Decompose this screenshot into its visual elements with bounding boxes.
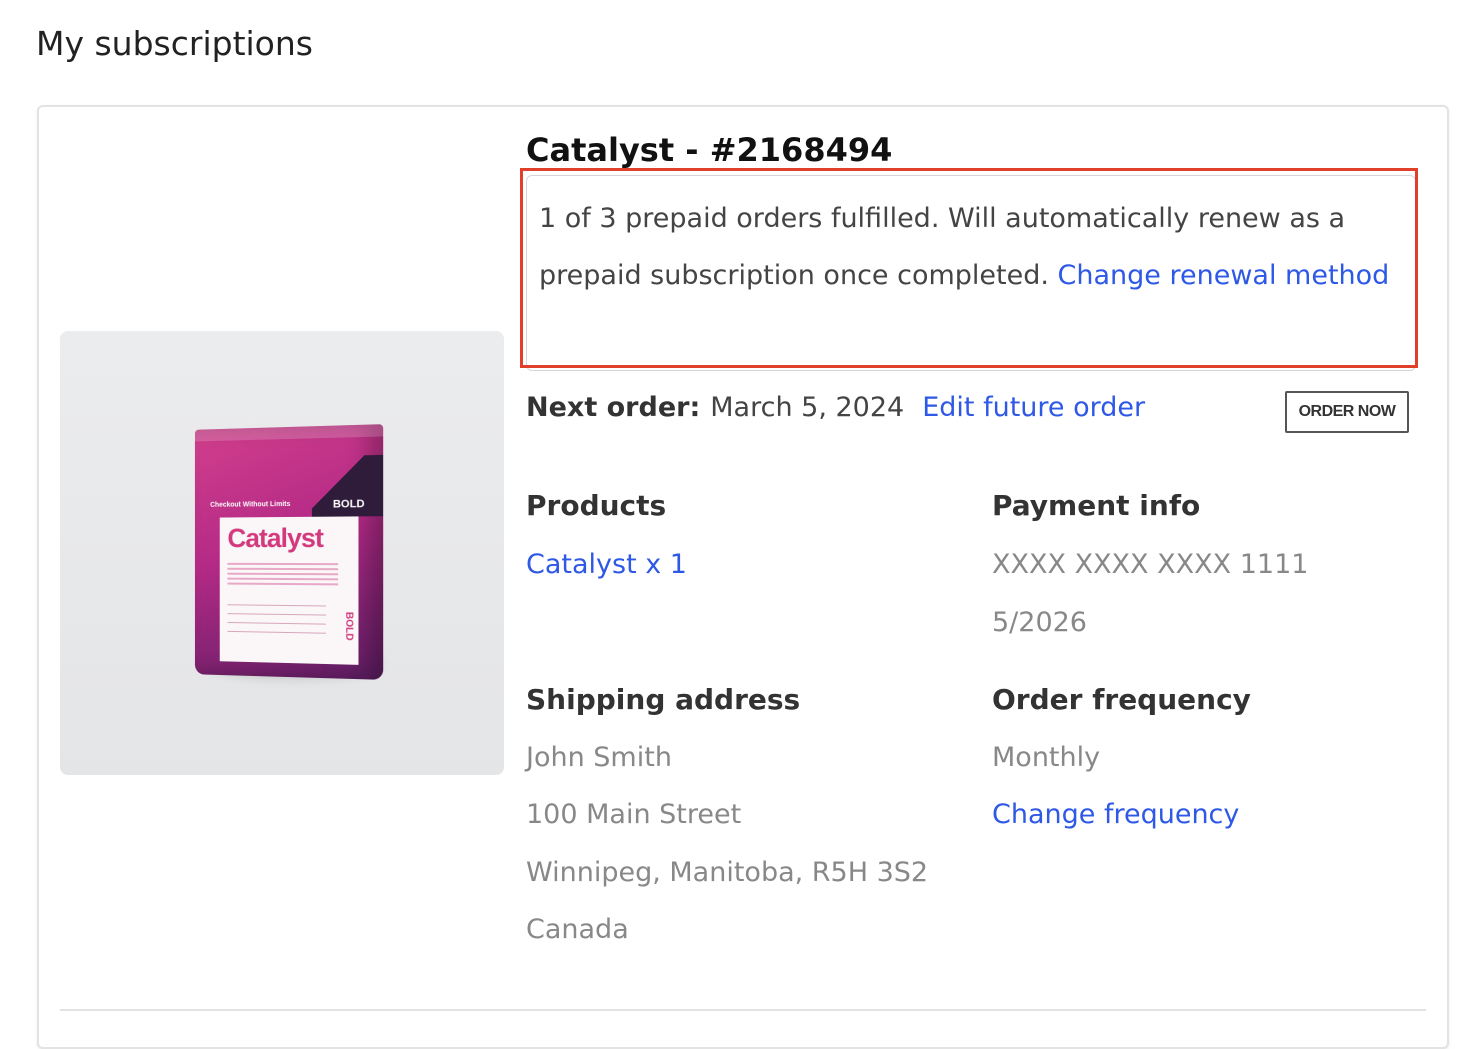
card-divider <box>60 1009 1426 1011</box>
pouch-side-logo: BOLD <box>343 611 355 641</box>
edit-future-order-link[interactable]: Edit future order <box>922 392 1145 423</box>
pouch-label-title: Catalyst <box>227 522 323 554</box>
shipping-city: Winnipeg, Manitoba, R5H 3S2 <box>526 857 929 888</box>
payment-expiry: 5/2026 <box>992 607 1087 638</box>
subscription-title: Catalyst - #2168494 <box>526 131 893 169</box>
payment-card-number: XXXX XXXX XXXX 1111 <box>992 549 1309 580</box>
change-frequency-link[interactable]: Change frequency <box>992 799 1239 830</box>
products-heading: Products <box>526 489 667 522</box>
order-now-button[interactable]: ORDER NOW <box>1285 391 1409 433</box>
pouch-brand-logo: BOLD <box>332 498 365 511</box>
shipping-name: John Smith <box>526 742 672 773</box>
subscription-card: Checkout Without Limits BOLD Catalyst BO… <box>37 105 1449 1049</box>
payment-heading: Payment info <box>992 489 1201 522</box>
product-image: Checkout Without Limits BOLD Catalyst BO… <box>60 331 504 775</box>
frequency-heading: Order frequency <box>992 683 1251 716</box>
pouch-tagline: Checkout Without Limits <box>210 500 291 509</box>
pouch-label: Catalyst BOLD <box>219 516 359 665</box>
pouch-description-lines <box>227 562 339 589</box>
page-title: My subscriptions <box>36 24 313 63</box>
frequency-value: Monthly <box>992 742 1101 773</box>
shipping-street: 100 Main Street <box>526 799 742 830</box>
next-order-date: March 5, 2024 <box>710 392 905 423</box>
next-order-row: Next order: March 5, 2024 Edit future orde… <box>526 392 1145 423</box>
shipping-heading: Shipping address <box>526 683 801 716</box>
pouch-spec-table <box>227 604 326 642</box>
pouch-top-band <box>194 424 384 442</box>
next-order-label: Next order: <box>526 392 701 423</box>
shipping-country: Canada <box>526 914 629 945</box>
product-pouch: Checkout Without Limits BOLD Catalyst BO… <box>194 424 384 680</box>
product-item-link[interactable]: Catalyst x 1 <box>526 549 687 580</box>
notice-highlight-box <box>520 168 1418 368</box>
